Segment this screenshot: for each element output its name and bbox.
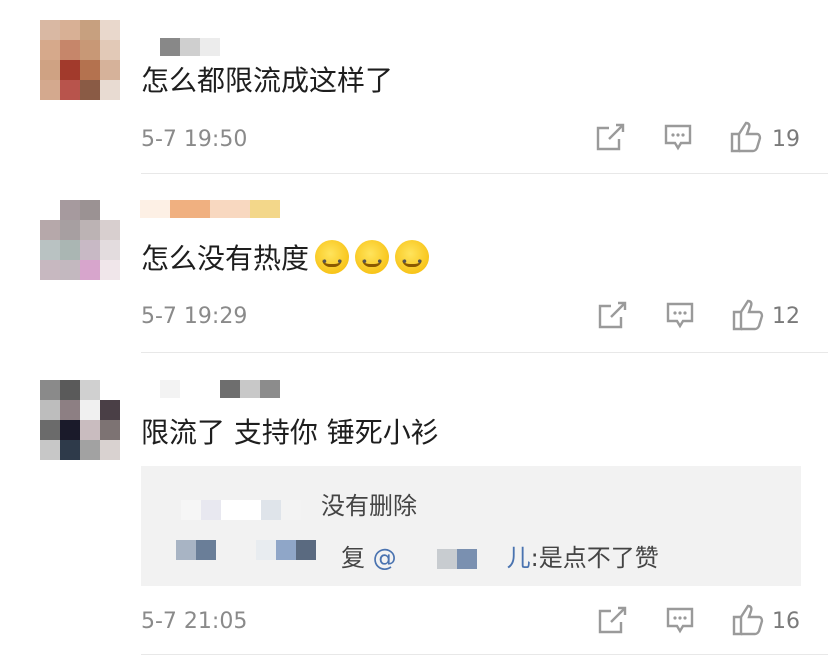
reply-username-blurred: [176, 540, 316, 560]
reply-line-1: 没有删除: [321, 492, 417, 520]
share-icon[interactable]: [594, 122, 626, 152]
share-icon[interactable]: [596, 605, 628, 635]
divider: [141, 654, 828, 655]
avatar[interactable]: [40, 200, 120, 280]
comment-icon[interactable]: [663, 123, 693, 153]
smirk-emoji: [395, 240, 431, 280]
comment-time: 5-7 19:50: [141, 127, 248, 152]
like-icon[interactable]: [731, 603, 765, 637]
comment-time: 5-7 19:29: [141, 304, 248, 329]
share-icon[interactable]: [596, 300, 628, 330]
reply-text: :是点不了赞: [530, 544, 659, 572]
reply-fragment: 复: [341, 544, 365, 572]
smirk-emoji: [315, 240, 351, 280]
avatar[interactable]: [40, 20, 120, 100]
divider: [141, 352, 828, 353]
comment-time: 5-7 21:05: [141, 609, 248, 634]
comment-icon[interactable]: [665, 301, 695, 331]
smirk-emoji: [355, 240, 391, 280]
reply-box[interactable]: 没有删除 复 @ 儿:是点不了赞: [141, 466, 801, 586]
mention-link[interactable]: @: [373, 544, 397, 572]
like-icon[interactable]: [731, 298, 765, 332]
reply-line-2: 复 @ 儿:是点不了赞: [341, 538, 659, 573]
reply-username-blurred: [181, 500, 301, 520]
mention-blurred: [396, 549, 507, 569]
username-blurred[interactable]: [140, 200, 280, 218]
comment-text: 怎么都限流成这样了: [141, 64, 394, 97]
divider: [141, 173, 828, 174]
comment-text: 限流了 支持你 锤死小衫: [141, 416, 439, 449]
mention-tail[interactable]: 儿: [507, 544, 531, 572]
like-count: 16: [772, 609, 800, 634]
avatar[interactable]: [40, 380, 120, 460]
username-blurred[interactable]: [160, 38, 220, 56]
like-icon[interactable]: [729, 120, 763, 154]
like-count: 19: [772, 127, 800, 152]
username-blurred[interactable]: [160, 380, 280, 398]
like-count: 12: [772, 304, 800, 329]
comment-icon[interactable]: [665, 606, 695, 636]
comment-text-body: 怎么没有热度: [141, 242, 310, 275]
comment-text: 怎么没有热度: [141, 240, 431, 280]
